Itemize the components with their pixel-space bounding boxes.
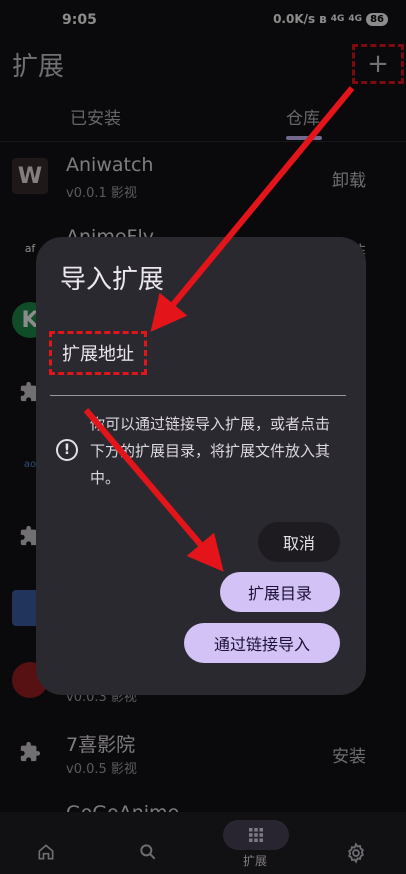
dialog-info-text: 你可以通过链接导入扩展，或者点击下方的扩展目录，将扩展文件放入其中。 — [90, 415, 331, 487]
dialog-title: 导入扩展 — [60, 265, 165, 295]
extension-url-field[interactable]: 扩展地址 — [49, 331, 147, 375]
field-underline — [50, 395, 346, 396]
extension-catalog-button[interactable]: 扩展目录 — [220, 572, 340, 612]
import-extension-dialog: 导入扩展 扩展地址 ! 你可以通过链接导入扩展，或者点击下方的扩展目录，将扩展文… — [36, 237, 366, 695]
info-icon: ! — [56, 439, 78, 461]
cancel-button[interactable]: 取消 — [258, 522, 340, 562]
import-via-link-button[interactable]: 通过链接导入 — [184, 623, 340, 663]
